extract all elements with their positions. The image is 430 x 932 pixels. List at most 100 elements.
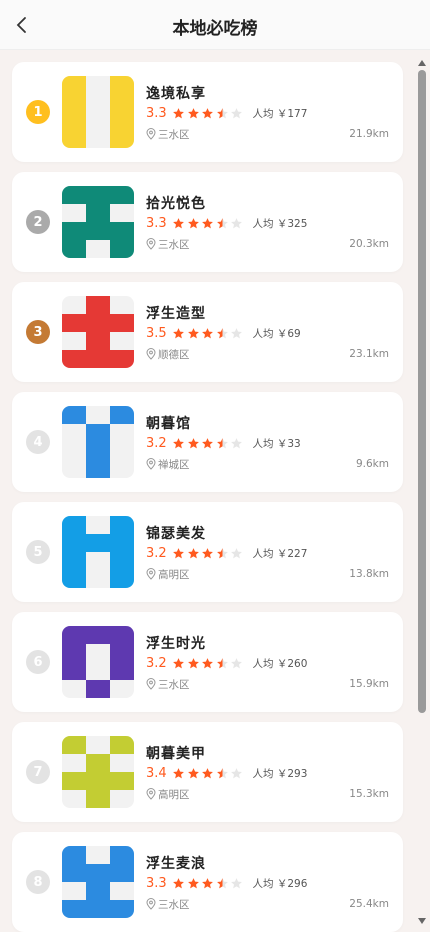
- star-icon: [187, 657, 199, 668]
- star-icon: [231, 547, 242, 558]
- shop-thumbnail[interactable]: [62, 516, 134, 588]
- rating-row: 3.2 人均 ￥260: [146, 654, 307, 672]
- star-icon: [216, 767, 228, 778]
- rating-score: 3.2: [146, 435, 167, 451]
- list-item[interactable]: 7 朝暮美甲 3.4 人均 ￥293 高明区 15.3km: [12, 722, 403, 822]
- list-item[interactable]: 2 拾光悦色 3.3 人均 ￥325 三水区 20.3km: [12, 172, 403, 272]
- list-item[interactable]: 5 锦瑟美发 3.2 人均 ￥227 高明区 13.8km: [12, 502, 403, 602]
- average-price: 人均 ￥69: [252, 327, 301, 340]
- distance-label: 9.6km: [355, 458, 389, 470]
- star-icon: [202, 767, 213, 778]
- star-icon: [231, 657, 242, 668]
- shop-name[interactable]: 浮生麦浪: [146, 853, 206, 873]
- star-icon: [202, 547, 213, 558]
- star-rating: [172, 767, 245, 780]
- shop-name[interactable]: 朝暮馆: [146, 413, 191, 433]
- star-icon: [216, 657, 228, 668]
- star-icon: [187, 547, 199, 558]
- location-row: 禅城区: [146, 456, 190, 472]
- location-pin-icon: [146, 348, 156, 360]
- rating-score: 3.2: [146, 545, 167, 561]
- star-icon: [231, 217, 242, 228]
- scrollbar-thumb[interactable]: [418, 70, 426, 713]
- list-item[interactable]: 3 浮生造型 3.5 人均 ￥69 顺德区 23.1km: [12, 282, 403, 382]
- rank-badge: 2: [26, 210, 50, 234]
- star-icon: [231, 877, 242, 888]
- rating-row: 3.4 人均 ￥293: [146, 764, 307, 782]
- rating-score: 3.3: [146, 875, 167, 891]
- rating-score: 3.4: [146, 765, 167, 781]
- distance-label: 13.8km: [349, 568, 389, 580]
- location-pin-icon: [146, 678, 156, 690]
- shop-name[interactable]: 浮生时光: [146, 633, 206, 653]
- distance-label: 15.3km: [349, 788, 389, 800]
- shop-logo-image: [62, 736, 134, 808]
- scroll-down-arrow-icon[interactable]: [418, 918, 426, 924]
- shop-thumbnail[interactable]: [62, 626, 134, 698]
- rank-badge: 4: [26, 430, 50, 454]
- star-rating: [172, 877, 245, 890]
- shop-thumbnail[interactable]: [62, 76, 134, 148]
- shop-thumbnail[interactable]: [62, 406, 134, 478]
- shop-logo-image: [62, 846, 134, 918]
- star-icon: [173, 657, 184, 668]
- shop-thumbnail[interactable]: [62, 846, 134, 918]
- location-row: 三水区: [146, 676, 190, 692]
- star-rating: [172, 657, 245, 670]
- rank-badge: 5: [26, 540, 50, 564]
- star-icon: [187, 107, 199, 118]
- scroll-up-arrow-icon[interactable]: [418, 60, 426, 66]
- shop-thumbnail[interactable]: [62, 186, 134, 258]
- average-price: 人均 ￥227: [252, 547, 308, 560]
- star-rating: [172, 437, 245, 450]
- district-label: 高明区: [158, 568, 190, 581]
- location-pin-icon: [146, 128, 156, 140]
- rank-badge: 8: [26, 870, 50, 894]
- star-icon: [216, 327, 228, 338]
- star-rating: [172, 547, 245, 560]
- star-icon: [173, 437, 184, 448]
- rating-row: 3.3 人均 ￥177: [146, 104, 307, 122]
- list-item[interactable]: 1 逸境私享 3.3 人均 ￥177 三水区 21.9km: [12, 62, 403, 162]
- shop-logo-image: [62, 626, 134, 698]
- shop-name[interactable]: 锦瑟美发: [146, 523, 206, 543]
- star-icon: [187, 327, 199, 338]
- list-item[interactable]: 4 朝暮馆 3.2 人均 ￥33 禅城区 9.6km: [12, 392, 403, 492]
- rating-row: 3.2 人均 ￥227: [146, 544, 307, 562]
- rank-badge: 6: [26, 650, 50, 674]
- shop-logo-image: [62, 76, 134, 148]
- rating-row: 3.5 人均 ￥69: [146, 324, 301, 342]
- district-label: 三水区: [158, 898, 190, 911]
- shop-name[interactable]: 逸境私享: [146, 83, 206, 103]
- top-nav-bar: 本地必吃榜: [0, 0, 430, 50]
- shop-name[interactable]: 拾光悦色: [146, 193, 206, 213]
- star-icon: [202, 877, 213, 888]
- shop-thumbnail[interactable]: [62, 736, 134, 808]
- star-icon: [216, 437, 228, 448]
- rank-badge: 3: [26, 320, 50, 344]
- rating-row: 3.3 人均 ￥296: [146, 874, 307, 892]
- list-item[interactable]: 6 浮生时光 3.2 人均 ￥260 三水区 15.9km: [12, 612, 403, 712]
- shop-logo-image: [62, 406, 134, 478]
- location-row: 顺德区: [146, 346, 190, 362]
- star-icon: [216, 877, 228, 888]
- rating-score: 3.3: [146, 105, 167, 121]
- star-icon: [173, 547, 184, 558]
- star-icon: [173, 217, 184, 228]
- star-icon: [202, 437, 213, 448]
- rank-badge: 7: [26, 760, 50, 784]
- location-row: 三水区: [146, 126, 190, 142]
- shop-name[interactable]: 朝暮美甲: [146, 743, 206, 763]
- district-label: 禅城区: [158, 458, 190, 471]
- star-icon: [202, 327, 213, 338]
- rating-score: 3.2: [146, 655, 167, 671]
- average-price: 人均 ￥296: [252, 877, 308, 890]
- location-row: 高明区: [146, 566, 190, 582]
- location-pin-icon: [146, 568, 156, 580]
- scrollbar[interactable]: [416, 58, 428, 932]
- distance-label: 23.1km: [349, 348, 389, 360]
- shop-name[interactable]: 浮生造型: [146, 303, 206, 323]
- average-price: 人均 ￥293: [252, 767, 308, 780]
- list-item[interactable]: 8 浮生麦浪 3.3 人均 ￥296 三水区 25.4km: [12, 832, 403, 932]
- shop-thumbnail[interactable]: [62, 296, 134, 368]
